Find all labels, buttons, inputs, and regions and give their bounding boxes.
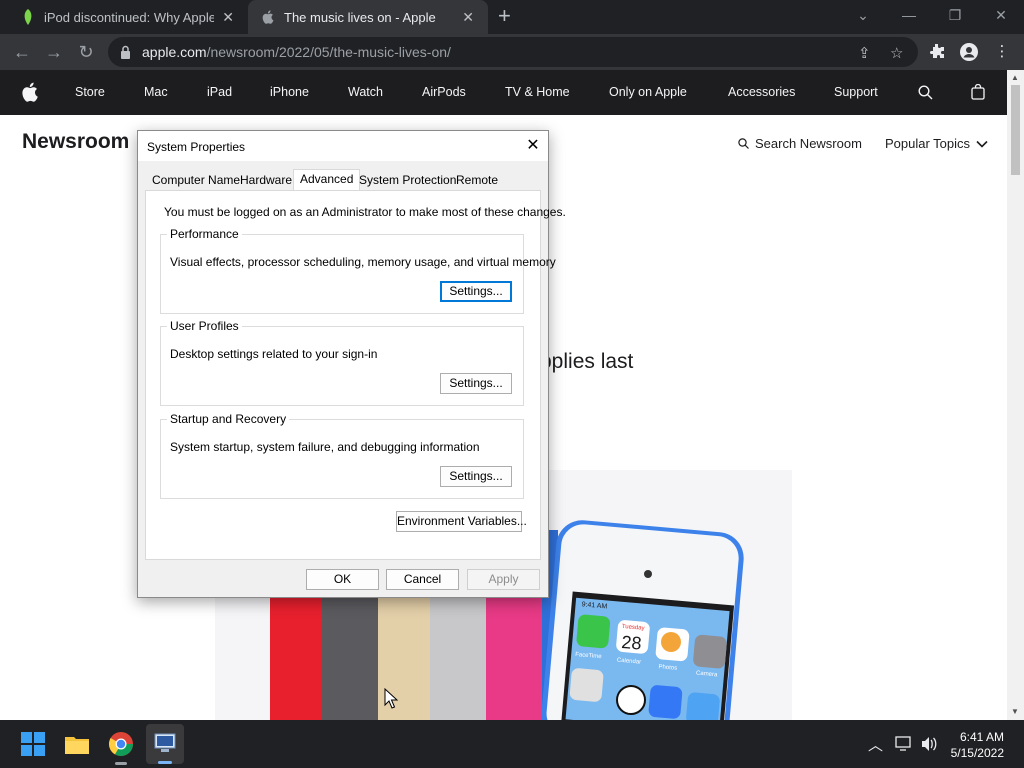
popular-topics-dropdown[interactable]: Popular Topics xyxy=(885,136,988,151)
apply-button[interactable]: Apply xyxy=(467,569,540,590)
user-profiles-group: User Profiles Desktop settings related t… xyxy=(160,319,524,406)
group-description: Visual effects, processor scheduling, me… xyxy=(170,255,556,269)
clock-time: 6:41 AM xyxy=(959,730,1004,744)
article-headline-fragment: pplies last xyxy=(540,350,634,373)
tab-hardware[interactable]: Hardware xyxy=(240,173,292,191)
startup-recovery-settings-button[interactable]: Settings... xyxy=(440,466,512,487)
group-description: Desktop settings related to your sign-in xyxy=(170,347,378,361)
tab-advanced[interactable]: Advanced xyxy=(293,169,361,191)
startup-recovery-group: Startup and Recovery System startup, sys… xyxy=(160,412,524,499)
search-icon[interactable] xyxy=(918,85,933,100)
file-explorer-icon[interactable] xyxy=(63,730,91,758)
clock-date: 5/15/2022 xyxy=(950,746,1004,760)
chrome-icon[interactable] xyxy=(107,730,135,758)
advanced-tab-panel: You must be logged on as an Administrato… xyxy=(145,190,566,560)
tab-remote[interactable]: Remote xyxy=(456,173,498,191)
nav-item-accessories[interactable]: Accessories xyxy=(728,85,795,99)
tab-close-icon[interactable]: ✕ xyxy=(462,9,474,26)
user-profiles-settings-button[interactable]: Settings... xyxy=(440,373,512,394)
lock-icon xyxy=(121,45,130,59)
active-app-indicator xyxy=(158,761,172,764)
share-icon[interactable]: ⇪ xyxy=(858,44,871,62)
reload-icon[interactable]: ↻ xyxy=(76,42,96,62)
nav-item-store[interactable]: Store xyxy=(75,85,105,99)
browser-menu-kebab-icon[interactable]: ⋮ xyxy=(993,43,1011,61)
nav-item-mac[interactable]: Mac xyxy=(144,85,168,99)
browser-tab-music-lives-on[interactable]: The music lives on - Apple ✕ xyxy=(248,0,488,34)
address-bar[interactable]: apple.com/newsroom/2022/05/the-music-liv… xyxy=(108,37,918,67)
nav-item-tv-home[interactable]: TV & Home xyxy=(505,85,570,99)
shopping-bag-icon[interactable] xyxy=(971,84,985,100)
minimize-icon[interactable]: — xyxy=(886,0,932,30)
apple-favicon-icon xyxy=(260,9,276,25)
browser-tab-ipod-article[interactable]: iPod discontinued: Why Apple is ✕ xyxy=(0,0,248,34)
new-tab-plus-icon[interactable]: + xyxy=(498,5,511,27)
scrollbar-thumb[interactable] xyxy=(1011,85,1020,175)
admin-notice: You must be logged on as an Administrato… xyxy=(164,205,566,219)
tab-title: iPod discontinued: Why Apple is xyxy=(44,9,214,25)
apple-logo-icon[interactable] xyxy=(22,82,38,102)
dialog-title: System Properties xyxy=(147,140,246,154)
window-close-icon[interactable]: ✕ xyxy=(978,0,1024,30)
ok-button[interactable]: OK xyxy=(306,569,379,590)
browser-toolbar: ← → ↻ apple.com/newsroom/2022/05/the-mus… xyxy=(0,34,1024,70)
search-icon xyxy=(738,138,749,149)
url-text: apple.com/newsroom/2022/05/the-music-liv… xyxy=(142,44,451,60)
nav-item-support[interactable]: Support xyxy=(834,85,878,99)
windows-taskbar: ︿ 6:41 AM 5/15/2022 xyxy=(0,720,1024,768)
taskbar-clock[interactable]: 6:41 AM 5/15/2022 xyxy=(951,729,1004,761)
dialog-close-icon[interactable]: ✕ xyxy=(518,131,548,161)
group-label: Startup and Recovery xyxy=(167,412,290,426)
performance-group: Performance Visual effects, processor sc… xyxy=(160,227,556,314)
show-hidden-icons-chevron-icon[interactable]: ︿ xyxy=(868,734,883,755)
extensions-puzzle-icon[interactable] xyxy=(928,43,946,61)
apple-global-nav: Store Mac iPad iPhone Watch AirPods TV &… xyxy=(0,70,1007,115)
tab-title: The music lives on - Apple xyxy=(284,9,436,25)
performance-settings-button[interactable]: Settings... xyxy=(440,281,512,302)
browser-tabstrip: iPod discontinued: Why Apple is ✕ The mu… xyxy=(0,0,1024,34)
tab-system-protection[interactable]: System Protection xyxy=(359,173,456,191)
tab-computer-name[interactable]: Computer Name xyxy=(152,173,240,191)
nav-item-iphone[interactable]: iPhone xyxy=(270,85,309,99)
group-description: System startup, system failure, and debu… xyxy=(170,440,480,454)
nav-item-ipad[interactable]: iPad xyxy=(207,85,232,99)
tab-close-icon[interactable]: ✕ xyxy=(222,9,234,26)
network-icon[interactable] xyxy=(895,736,913,752)
environment-variables-button[interactable]: Environment Variables... xyxy=(396,511,527,532)
group-label: Performance xyxy=(167,227,242,241)
mouse-cursor-icon xyxy=(384,688,398,709)
windows-start-icon[interactable] xyxy=(19,730,47,758)
volume-icon[interactable] xyxy=(920,735,938,753)
cancel-button[interactable]: Cancel xyxy=(386,569,459,590)
restore-icon[interactable]: ❐ xyxy=(932,0,978,30)
page-scrollbar[interactable]: ▲ ▼ xyxy=(1007,70,1024,720)
system-properties-icon xyxy=(154,733,176,752)
system-properties-taskbar-button[interactable] xyxy=(146,724,184,764)
calendar-date: 28 xyxy=(621,632,643,654)
group-label: User Profiles xyxy=(167,319,242,333)
tab-search-chevron-icon[interactable]: ⌄ xyxy=(840,0,886,30)
scroll-up-arrow-icon[interactable]: ▲ xyxy=(1011,73,1019,82)
chrome-running-indicator xyxy=(115,762,127,765)
chevron-down-icon xyxy=(976,140,988,148)
system-properties-dialog: System Properties ✕ Computer Name Hardwa… xyxy=(137,130,566,598)
green-leaf-favicon-icon xyxy=(20,9,36,25)
profile-avatar-icon[interactable] xyxy=(960,43,978,61)
forward-arrow-icon[interactable]: → xyxy=(44,42,64,62)
search-newsroom-link[interactable]: Search Newsroom xyxy=(738,136,862,151)
back-arrow-icon[interactable]: ← xyxy=(12,42,32,62)
nav-item-watch[interactable]: Watch xyxy=(348,85,383,99)
dialog-titlebar[interactable]: System Properties ✕ xyxy=(138,131,548,161)
nav-item-only-on-apple[interactable]: Only on Apple xyxy=(609,85,687,99)
nav-item-airpods[interactable]: AirPods xyxy=(422,85,466,99)
bookmark-star-icon[interactable]: ☆ xyxy=(890,44,903,62)
newsroom-title[interactable]: Newsroom xyxy=(22,130,129,154)
scroll-down-arrow-icon[interactable]: ▼ xyxy=(1011,707,1019,716)
